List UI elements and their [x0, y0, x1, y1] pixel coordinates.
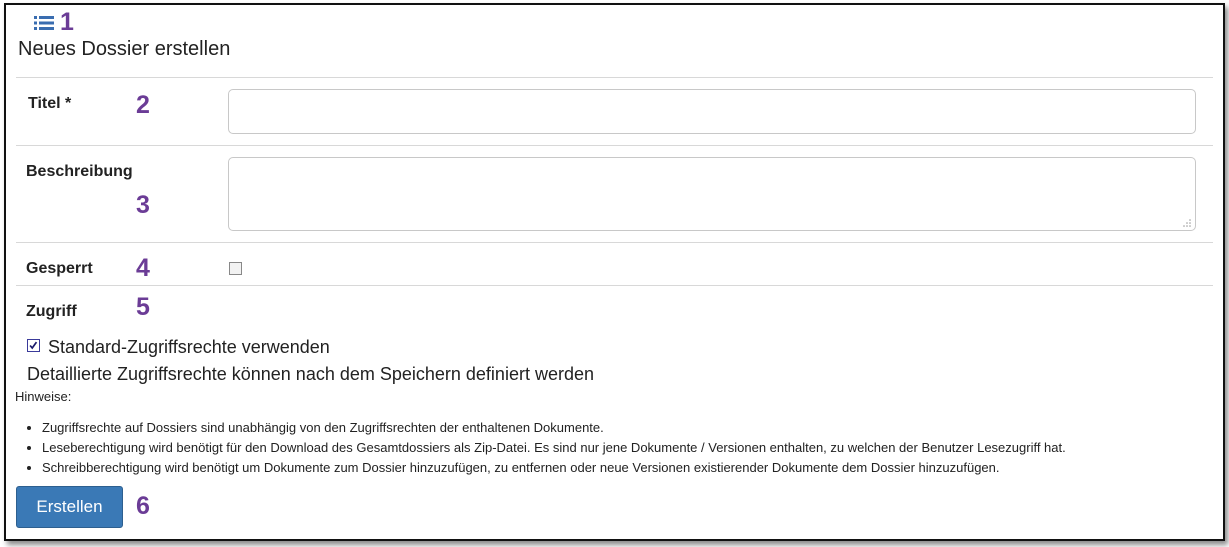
description-label: Beschreibung — [26, 163, 133, 180]
marker-6: 6 — [136, 492, 150, 520]
list-item: Schreibberechtigung wird benötigt um Dok… — [42, 458, 1066, 478]
locked-label: Gesperrt — [26, 260, 93, 277]
divider — [16, 77, 1213, 78]
list-icon — [34, 16, 54, 30]
hints-list: Zugriffsrechte auf Dossiers sind unabhän… — [24, 418, 1066, 478]
list-item: Leseberechtigung wird benötigt für den D… — [42, 438, 1066, 458]
dialog-frame: 1 Neues Dossier erstellen Titel * 2 Besc… — [4, 3, 1225, 541]
check-icon — [29, 341, 38, 350]
title-input[interactable] — [228, 89, 1196, 134]
divider — [16, 145, 1213, 146]
marker-3: 3 — [136, 191, 150, 219]
detail-note: Detaillierte Zugriffsrechte können nach … — [27, 364, 594, 384]
access-label: Zugriff — [26, 303, 77, 320]
divider — [16, 285, 1213, 286]
title-label: Titel * — [28, 95, 72, 112]
divider — [16, 242, 1213, 243]
default-rights-checkbox[interactable] — [27, 339, 40, 352]
marker-4: 4 — [136, 254, 150, 282]
marker-1: 1 — [60, 8, 74, 36]
marker-5: 5 — [136, 293, 150, 321]
list-item: Zugriffsrechte auf Dossiers sind unabhän… — [42, 418, 1066, 438]
resize-grip-icon[interactable] — [1183, 219, 1191, 227]
default-rights-label[interactable]: Standard-Zugriffsrechte verwenden — [48, 337, 330, 358]
hints-title: Hinweise: — [15, 389, 72, 404]
marker-2: 2 — [136, 91, 150, 119]
page-title: Neues Dossier erstellen — [18, 38, 231, 60]
locked-checkbox[interactable] — [229, 262, 242, 275]
create-button[interactable]: Erstellen — [16, 486, 123, 528]
description-textarea[interactable] — [228, 157, 1196, 231]
